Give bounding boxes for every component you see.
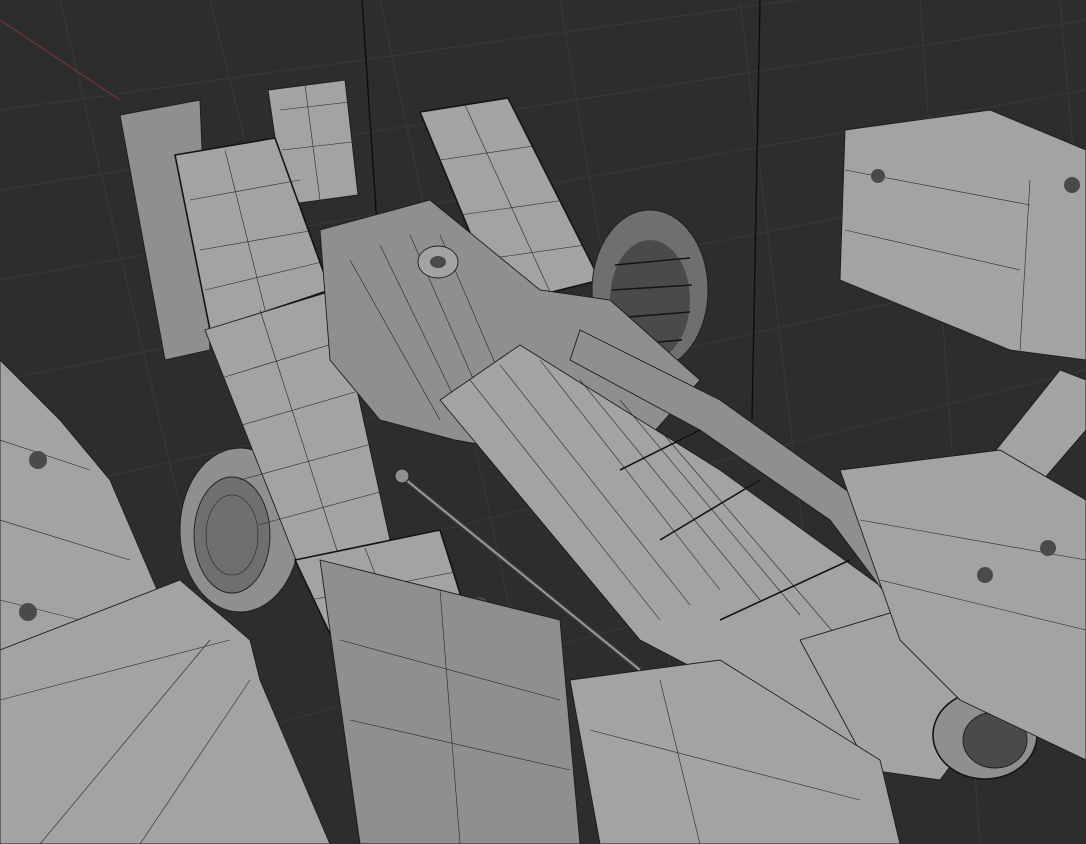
bottom-base-block[interactable] bbox=[319, 559, 581, 844]
bolt-icon bbox=[1064, 177, 1080, 193]
right-housing-block[interactable] bbox=[839, 109, 1086, 361]
scene-canvas[interactable] bbox=[0, 0, 1086, 844]
bolt-icon bbox=[977, 567, 993, 583]
bolt-icon bbox=[19, 603, 37, 621]
x-axis-line bbox=[0, 19, 121, 101]
bolt-icon bbox=[871, 169, 885, 183]
bolt-icon bbox=[29, 451, 47, 469]
bolt-icon bbox=[1040, 540, 1056, 556]
3d-viewport[interactable] bbox=[0, 0, 1086, 844]
